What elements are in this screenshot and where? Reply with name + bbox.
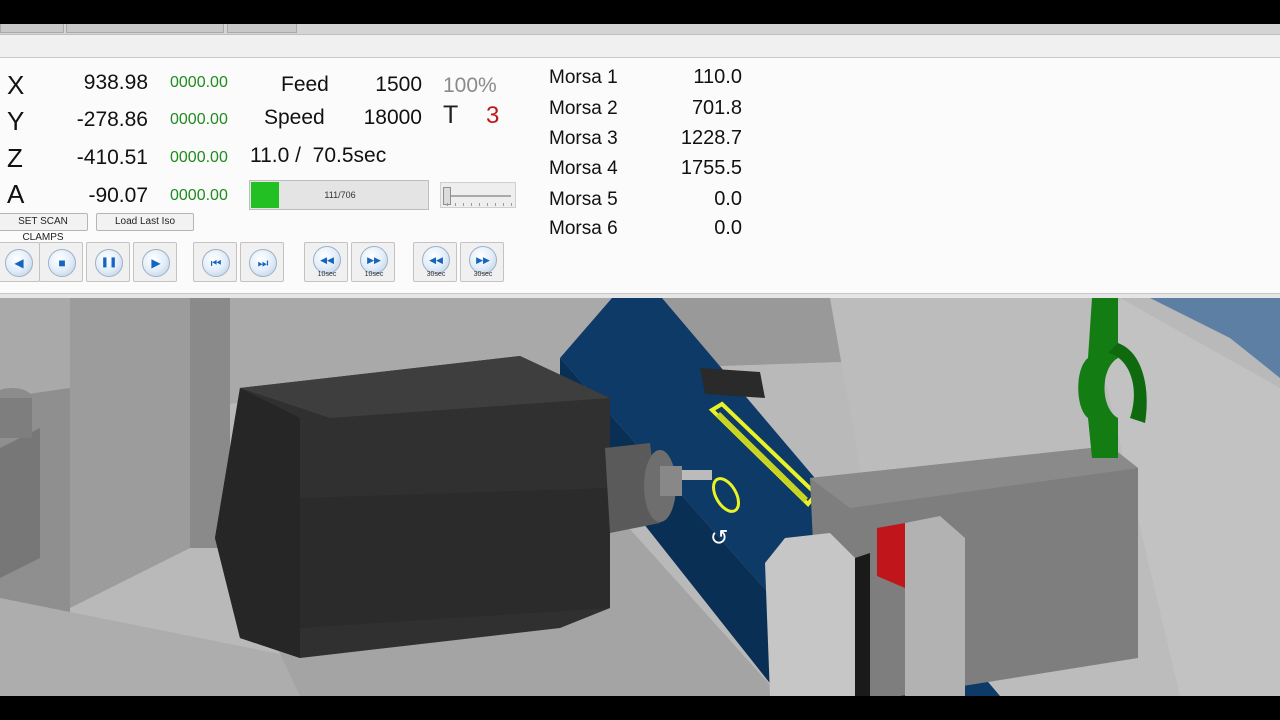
feed-label: Feed [281, 73, 329, 96]
axis-z-dtg: 0000.00 [170, 149, 228, 166]
rewind-30sec-label: 30sec [426, 271, 446, 278]
feed-value: 1500 [375, 73, 422, 96]
clamp-2-value: 701.8 [691, 97, 742, 119]
axis-x-value: 938.98 [83, 71, 148, 94]
clamp-2-label: Morsa 2 [549, 98, 618, 119]
axis-a-value: -90.07 [88, 184, 148, 207]
clamp-block-1 [765, 533, 855, 696]
tab-stub-2[interactable] [66, 24, 224, 33]
play-button[interactable]: ▶ [133, 242, 177, 282]
axis-a-letter: A [7, 179, 25, 209]
top-black-bar [0, 0, 1280, 24]
speed-value: 18000 [363, 106, 422, 129]
clamp-3-value: 1228.7 [680, 127, 742, 149]
axis-y-value: -278.86 [76, 108, 148, 131]
tool-number: 3 [486, 102, 500, 129]
forward-30sec-button[interactable]: ▶▶ 30sec [460, 242, 504, 282]
load-last-iso-button[interactable]: Load Last Iso [96, 213, 194, 231]
skip-start-icon: ⏮ [210, 256, 222, 270]
rewind-icon: ◀◀ [320, 255, 334, 265]
back-icon: ◀ [14, 256, 24, 270]
fast-forward-icon: ▶▶ [367, 255, 381, 265]
pause-icon: ❚❚ [100, 257, 118, 268]
go-to-start-button[interactable]: ⏮ [193, 242, 237, 282]
forward-10sec-label: 10sec [364, 271, 384, 278]
rewind-30sec-button[interactable]: ◀◀ 30sec [413, 242, 457, 282]
forward-30sec-label: 30sec [473, 271, 493, 278]
play-icon: ▶ [151, 256, 161, 270]
stop-button[interactable]: ■ [39, 242, 83, 282]
step-back-button[interactable]: ◀ [0, 242, 40, 282]
machine-scene: ↺ [0, 298, 1280, 696]
go-to-end-button[interactable]: ⏭ [240, 242, 284, 282]
tool-label: T [443, 101, 459, 129]
clamp-1-value: 110.0 [693, 66, 742, 88]
axis-y-letter: Y [7, 106, 25, 136]
clamp-5-label: Morsa 5 [549, 189, 618, 210]
clamp-4-value: 1755.5 [680, 157, 742, 179]
forward-10sec-button[interactable]: ▶▶ 10sec [351, 242, 395, 282]
speed-slider[interactable] [440, 182, 516, 208]
clamp-6-value: 0.0 [714, 217, 742, 239]
rewind-icon: ◀◀ [429, 255, 443, 265]
axis-x-dtg: 0000.00 [170, 74, 228, 91]
tab-stub-3[interactable] [227, 24, 297, 33]
speed-label: Speed [264, 106, 325, 129]
progress-text: 111/706 [324, 190, 356, 200]
toolbar-strip [0, 35, 1280, 58]
rewind-10sec-label: 10sec [317, 271, 337, 278]
clamp-4-label: Morsa 4 [549, 158, 618, 179]
feed-override: 100% [443, 74, 497, 97]
axis-a-dtg: 0000.00 [170, 187, 228, 204]
axis-y-dtg: 0000.00 [170, 111, 228, 128]
3d-simulation-viewport[interactable]: ↺ [0, 298, 1280, 696]
clamp-3-label: Morsa 3 [549, 128, 618, 149]
clamp-block-2 [905, 516, 965, 696]
clamp-6-label: Morsa 6 [549, 218, 618, 239]
bottom-black-bar [0, 696, 1280, 720]
axis-z-letter: Z [7, 143, 23, 173]
axis-z-value: -410.51 [76, 146, 148, 169]
program-progress-bar: 111/706 [249, 180, 429, 210]
stop-icon: ■ [58, 256, 66, 270]
clamp-5-value: 0.0 [714, 188, 742, 210]
slider-track [445, 195, 511, 197]
skip-end-icon: ⏭ [257, 256, 269, 270]
set-scan-clamps-button[interactable]: SET SCAN CLAMPS [0, 213, 88, 243]
pause-button[interactable]: ❚❚ [86, 242, 130, 282]
axis-x-letter: X [7, 70, 25, 100]
rotate-cursor-icon: ↺ [710, 526, 728, 551]
rewind-10sec-button[interactable]: ◀◀ 10sec [304, 242, 348, 282]
cycle-time: 11.0 / 70.5sec [250, 144, 387, 167]
tab-stub-1[interactable] [0, 24, 64, 33]
fast-forward-icon: ▶▶ [476, 255, 490, 265]
clamp-1-label: Morsa 1 [549, 67, 618, 88]
